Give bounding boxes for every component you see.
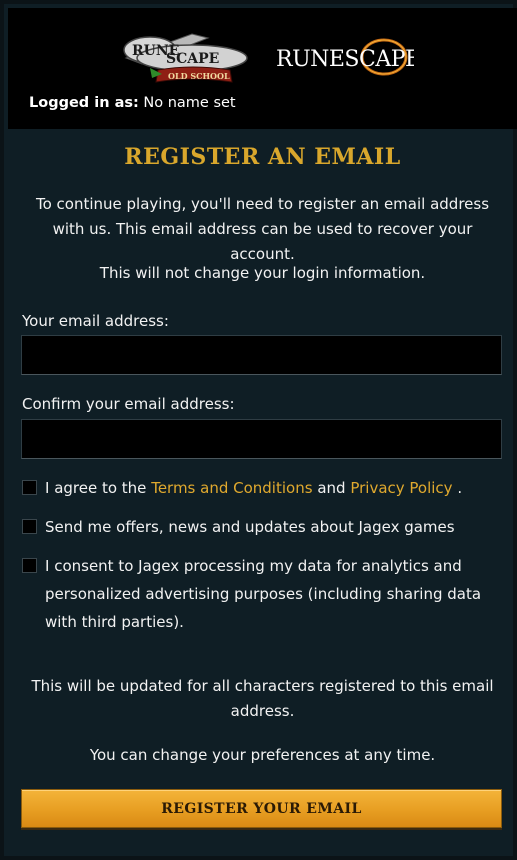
email-field[interactable]: [21, 335, 502, 375]
email-label: Your email address:: [22, 312, 169, 330]
offers-checkbox[interactable]: [22, 519, 37, 534]
page-frame: RUNE SCAPE OLD SCHOOL RUNESCAPE Logged i…: [0, 0, 517, 860]
terms-suffix: .: [457, 479, 463, 497]
register-email-button[interactable]: REGISTER YOUR EMAIL: [21, 789, 502, 828]
analytics-text: I consent to Jagex processing my data fo…: [45, 557, 482, 631]
no-change-note: This will not change your login informat…: [99, 264, 426, 282]
runescape-logo: RUNESCAPE: [276, 38, 414, 76]
confirm-email-field[interactable]: [21, 419, 502, 459]
osrs-logo: RUNE SCAPE OLD SCHOOL: [123, 33, 248, 83]
header: RUNE SCAPE OLD SCHOOL RUNESCAPE Logged i…: [8, 8, 517, 129]
runescape-logo-text: RUNESCAPE: [276, 47, 414, 72]
terms-prefix: I agree to the: [45, 479, 147, 497]
terms-link[interactable]: Terms and Conditions: [151, 479, 312, 497]
osrs-logo-line2: SCAPE: [166, 51, 219, 67]
offers-text: Send me offers, news and updates about J…: [45, 518, 455, 536]
privacy-link[interactable]: Privacy Policy: [350, 479, 452, 497]
confirm-email-label: Confirm your email address:: [22, 395, 235, 413]
logged-in-status: Logged in as: No name set: [29, 95, 236, 111]
terms-checkbox[interactable]: [22, 480, 37, 495]
logged-in-value: No name set: [143, 95, 236, 111]
terms-and: and: [317, 479, 346, 497]
updated-note: This will be updated for all characters …: [31, 677, 494, 720]
intro-text: To continue playing, you'll need to regi…: [35, 195, 490, 263]
terms-text: I agree to the Terms and Conditions and …: [45, 474, 495, 502]
logged-in-label: Logged in as:: [29, 95, 139, 111]
analytics-checkbox[interactable]: [22, 558, 37, 573]
page-title: REGISTER AN EMAIL: [124, 144, 401, 170]
preferences-note: You can change your preferences at any t…: [89, 746, 436, 764]
osrs-logo-banner: OLD SCHOOL: [168, 71, 230, 81]
